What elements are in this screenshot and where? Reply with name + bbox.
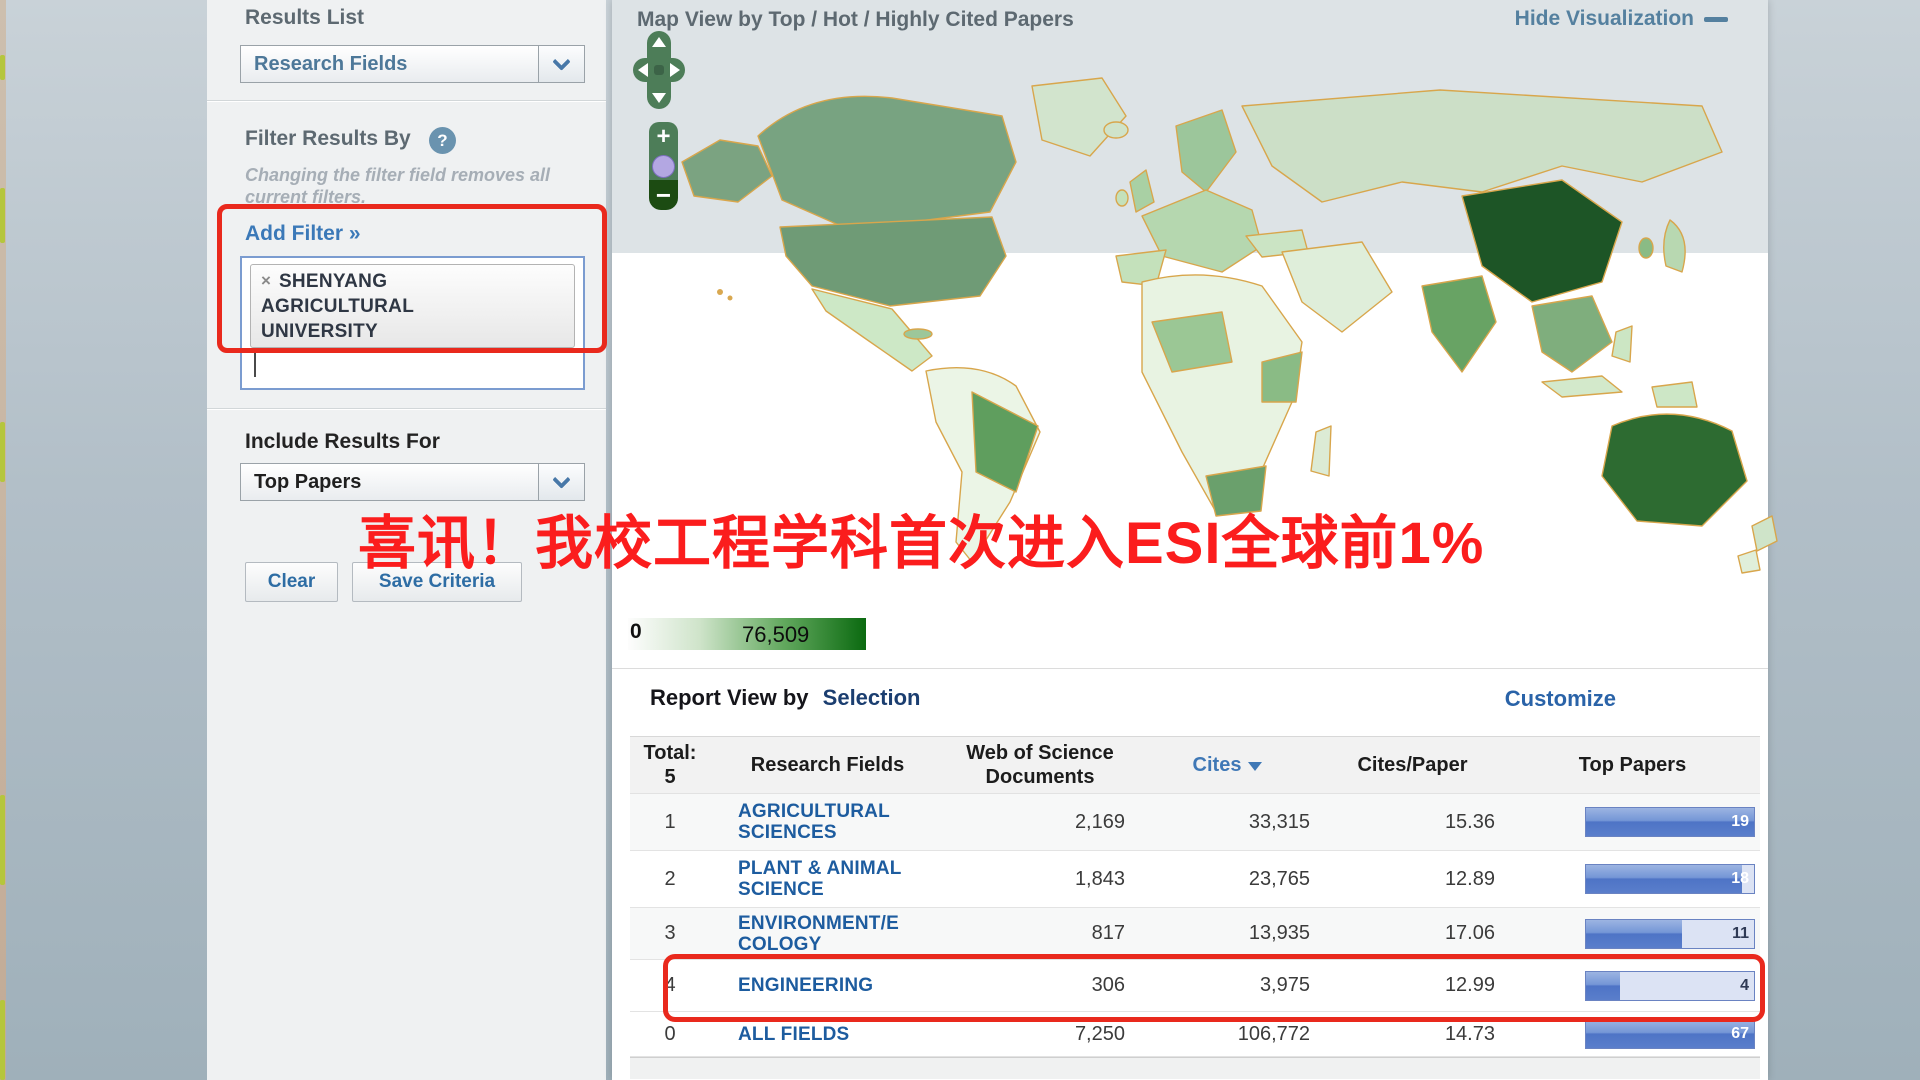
top-papers-cell: 11: [1505, 908, 1760, 959]
clear-button[interactable]: Clear: [245, 562, 338, 602]
top-papers-cell: 18: [1505, 851, 1760, 907]
cites-cell: 13,935: [1135, 908, 1320, 959]
table-row: 3 ENVIRONMENT/ECOLOGY 817 13,935 17.06 1…: [630, 908, 1760, 960]
docs-cell: 2,169: [945, 794, 1135, 850]
table-footer: [630, 1057, 1760, 1079]
minimize-icon: [1704, 17, 1728, 22]
report-table: Total:5 Research Fields Web of ScienceDo…: [630, 736, 1760, 1079]
top-papers-bar: 19: [1585, 807, 1755, 837]
filter-note: Changing the filter field removes all cu…: [245, 164, 595, 208]
divider: [612, 668, 1768, 669]
report-title-prefix: Report View by: [650, 685, 809, 710]
results-list-dropdown-button[interactable]: [538, 46, 584, 82]
rank-cell: 1: [630, 794, 710, 850]
col-header-cites[interactable]: Cites: [1135, 737, 1320, 793]
filter-results-heading: Filter Results By: [245, 127, 411, 151]
results-list-select[interactable]: Research Fields: [240, 45, 585, 83]
results-list-heading: Results List: [245, 6, 364, 30]
text-cursor: [254, 350, 256, 377]
top-papers-value: 18: [1731, 870, 1749, 888]
report-view-title: Report View by Selection: [650, 685, 920, 711]
scale-max-label: 76,509: [742, 622, 809, 648]
col-header-total: Total:5: [630, 737, 710, 793]
include-results-heading: Include Results For: [245, 430, 440, 454]
research-field-link[interactable]: PLANT & ANIMALSCIENCE: [738, 858, 902, 900]
col-header-top-papers[interactable]: Top Papers: [1505, 737, 1760, 793]
hide-visualization-label: Hide Visualization: [1515, 7, 1694, 31]
col-header-research-fields[interactable]: Research Fields: [710, 737, 945, 793]
table-row: 1 AGRICULTURALSCIENCES 2,169 33,315 15.3…: [630, 794, 1760, 851]
docs-cell: 1,843: [945, 851, 1135, 907]
report-title-selection: Selection: [823, 685, 921, 710]
photo-edge-strip: [0, 0, 6, 1080]
col-header-cites-per-paper[interactable]: Cites/Paper: [1320, 737, 1505, 793]
scale-min-label: 0: [630, 620, 642, 644]
map-view-title: Map View by Top / Hot / Highly Cited Pap…: [637, 8, 1074, 32]
rank-cell: 3: [630, 908, 710, 959]
top-papers-value: 67: [1731, 1025, 1749, 1043]
hide-visualization-link[interactable]: Hide Visualization: [1515, 7, 1728, 31]
chevron-down-icon: [552, 470, 570, 488]
photo-edge-artifact: [0, 55, 5, 80]
results-list-selected-value: Research Fields: [241, 53, 538, 76]
top-papers-bar: 18: [1585, 864, 1755, 894]
field-cell: PLANT & ANIMALSCIENCE: [710, 851, 945, 907]
docs-cell: 817: [945, 908, 1135, 959]
photo-edge-artifact: [0, 188, 5, 243]
help-icon[interactable]: ?: [429, 127, 456, 154]
top-papers-bar: 11: [1585, 919, 1755, 949]
col-header-wos-documents[interactable]: Web of ScienceDocuments: [945, 737, 1135, 793]
announcement-banner-text: 喜讯！我校工程学科首次进入ESI全球前1%: [358, 496, 1484, 580]
rank-cell: 2: [630, 851, 710, 907]
divider: [207, 408, 606, 410]
customize-link[interactable]: Customize: [1505, 686, 1616, 712]
cites-per-paper-cell: 17.06: [1320, 908, 1505, 959]
research-field-link[interactable]: ALL FIELDS: [738, 1024, 849, 1045]
annotation-rect-engineering-row: [663, 954, 1765, 1022]
cites-per-paper-cell: 12.89: [1320, 851, 1505, 907]
field-cell: ENVIRONMENT/ECOLOGY: [710, 908, 945, 959]
top-papers-value: 11: [1732, 925, 1749, 943]
cites-per-paper-cell: 15.36: [1320, 794, 1505, 850]
photo-edge-artifact: [0, 795, 5, 885]
cites-cell: 23,765: [1135, 851, 1320, 907]
include-results-selected-value: Top Papers: [241, 471, 538, 494]
cites-cell: 33,315: [1135, 794, 1320, 850]
table-header-row: Total:5 Research Fields Web of ScienceDo…: [630, 736, 1760, 794]
sort-descending-icon: [1248, 762, 1262, 771]
top-papers-value: 19: [1731, 813, 1749, 831]
table-row: 2 PLANT & ANIMALSCIENCE 1,843 23,765 12.…: [630, 851, 1760, 908]
chevron-down-icon: [552, 52, 570, 70]
research-field-link[interactable]: ENVIRONMENT/ECOLOGY: [738, 913, 899, 955]
pan-left-icon[interactable]: [638, 63, 648, 77]
divider: [207, 100, 606, 102]
include-results-dropdown-button[interactable]: [538, 464, 584, 500]
photo-edge-artifact: [0, 1000, 5, 1080]
top-papers-cell: 19: [1505, 794, 1760, 850]
photo-edge-artifact: [0, 422, 5, 482]
research-field-link[interactable]: AGRICULTURALSCIENCES: [738, 801, 890, 843]
annotation-rect-filter: [217, 204, 607, 353]
field-cell: AGRICULTURALSCIENCES: [710, 794, 945, 850]
pan-up-icon[interactable]: [652, 37, 666, 47]
top-papers-bar: 67: [1585, 1019, 1755, 1049]
